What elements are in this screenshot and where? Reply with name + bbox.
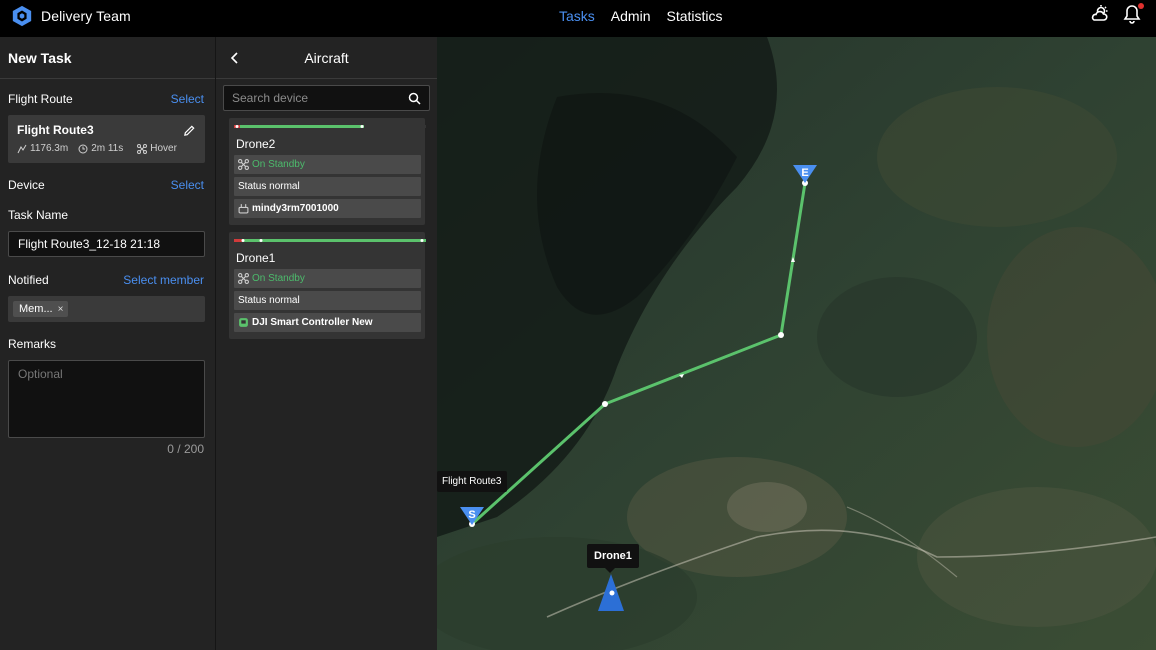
task-name-input[interactable]: Flight Route3_12-18 21:18	[8, 231, 205, 257]
aircraft-panel: Aircraft Search device Drone2 On Standby…	[216, 37, 437, 650]
brand[interactable]: Delivery Team	[11, 0, 131, 31]
device-card-drone2[interactable]: Drone2 On Standby Status normal mindy3rm…	[229, 118, 426, 225]
select-route-link[interactable]: Select	[171, 92, 204, 106]
chevron-left-icon[interactable]	[229, 51, 241, 65]
flight-route-label: Flight Route	[8, 92, 73, 106]
route-card[interactable]: Flight Route3 1176.3m 2m 11s Hover	[8, 115, 205, 163]
device-status: On Standby	[252, 273, 305, 284]
device-status-row: On Standby	[234, 155, 421, 174]
remarks-textarea[interactable]: Optional	[8, 360, 205, 438]
device-status: On Standby	[252, 159, 305, 170]
device-controller-row: mindy3rm7001000	[234, 199, 421, 218]
nav-tasks[interactable]: Tasks	[559, 8, 595, 24]
search-input[interactable]: Search device	[223, 85, 430, 111]
new-task-panel: New Task Flight Route Select Flight Rout…	[0, 37, 216, 650]
clock-icon	[78, 144, 88, 153]
notified-label: Notified	[8, 273, 49, 287]
route-duration: 2m 11s	[78, 143, 123, 154]
device-health: Status normal	[238, 295, 300, 306]
route-duration-value: 2m 11s	[91, 143, 124, 154]
satellite-map: S E	[437, 37, 1156, 650]
panel-title: New Task	[0, 37, 215, 79]
notified-row: Notified Select member	[0, 270, 215, 290]
nav-statistics[interactable]: Statistics	[666, 8, 722, 24]
top-bar: Delivery Team Tasks Admin Statistics	[0, 0, 1156, 37]
device-name: Drone2	[236, 137, 276, 151]
route-distance-value: 1176.3m	[30, 143, 69, 154]
device-card-drone1[interactable]: Drone1 On Standby Status normal DJI Smar…	[229, 232, 426, 339]
drone-icon	[137, 143, 148, 154]
distance-icon	[17, 144, 27, 153]
route-name: Flight Route3	[17, 123, 94, 137]
device-row: Device Select	[0, 175, 215, 195]
notification-badge	[1138, 3, 1144, 9]
drone-icon	[238, 159, 249, 170]
device-health-row: Status normal	[234, 177, 421, 196]
remarks-counter: 0 / 200	[167, 442, 204, 456]
controller-icon	[239, 318, 248, 327]
notification-button[interactable]	[1122, 3, 1144, 24]
signal-bar	[234, 125, 426, 128]
drone-map-label: Drone1	[587, 544, 639, 573]
edit-icon[interactable]	[183, 124, 196, 137]
member-tag-label: Mem...	[19, 303, 53, 315]
close-icon[interactable]: ×	[58, 304, 64, 315]
device-controller-row: DJI Smart Controller New	[234, 313, 421, 332]
remarks-label: Remarks	[8, 337, 57, 351]
device-name: Drone1	[236, 251, 276, 265]
top-icons	[1090, 3, 1144, 24]
select-member-link[interactable]: Select member	[123, 273, 204, 287]
route-mode: Hover	[137, 143, 177, 154]
main-nav: Tasks Admin Statistics	[559, 0, 723, 31]
aircraft-header: Aircraft	[216, 37, 437, 79]
weather-icon[interactable]	[1090, 4, 1110, 24]
select-device-link[interactable]: Select	[171, 178, 204, 192]
route-mode-value: Hover	[150, 143, 177, 154]
route-map-label: Flight Route3	[437, 471, 508, 492]
controller-icon	[238, 204, 249, 214]
device-controller: DJI Smart Controller New	[252, 317, 373, 328]
device-health: Status normal	[238, 181, 300, 192]
aircraft-title: Aircraft	[304, 49, 349, 66]
logo-icon	[12, 5, 32, 26]
route-distance: 1176.3m	[17, 143, 68, 154]
end-marker[interactable]: E	[801, 167, 808, 179]
device-controller: mindy3rm7001000	[252, 203, 339, 214]
device-health-row: Status normal	[234, 291, 421, 310]
signal-bar	[234, 239, 426, 242]
member-select[interactable]: Mem... ×	[8, 296, 205, 322]
start-marker[interactable]: S	[468, 509, 475, 521]
flight-route-row: Flight Route Select	[0, 89, 215, 109]
device-label: Device	[8, 178, 45, 192]
nav-admin[interactable]: Admin	[611, 8, 651, 24]
device-status-row: On Standby	[234, 269, 421, 288]
remarks-row: Remarks	[0, 334, 215, 354]
drone-icon	[238, 273, 249, 284]
task-name-label: Task Name	[8, 208, 69, 222]
map-view[interactable]: S E Flight Route3 Drone1	[437, 37, 1156, 650]
app-title: Delivery Team	[41, 7, 131, 24]
member-tag: Mem... ×	[13, 301, 69, 317]
search-icon[interactable]	[408, 92, 421, 105]
task-name-row: Task Name	[0, 205, 215, 225]
route-meta: 1176.3m 2m 11s Hover	[17, 143, 197, 154]
